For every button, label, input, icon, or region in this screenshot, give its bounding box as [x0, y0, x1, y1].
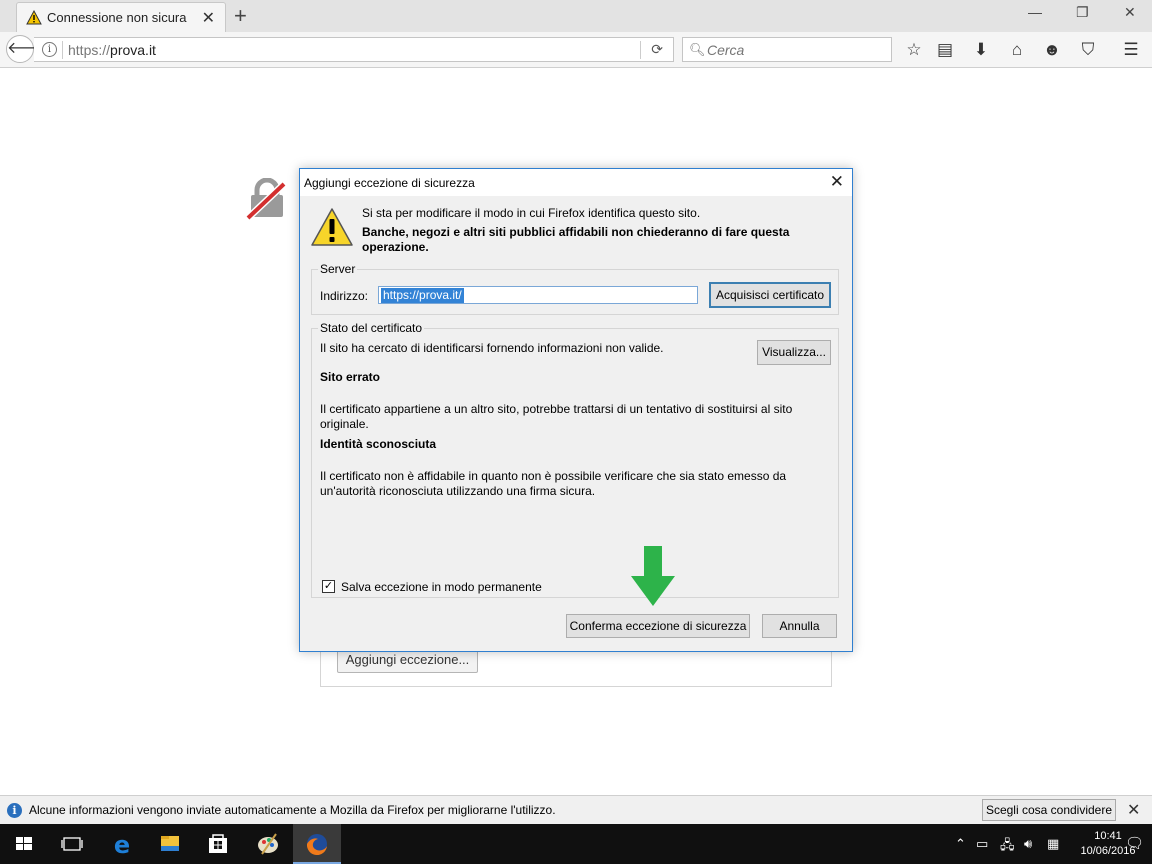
- windows-taskbar: e ⌃ ▭ 🖧 🔊︎ ▦ 10:41 10/06/2016 🗨︎: [0, 824, 1152, 864]
- warning-icon: [26, 9, 42, 28]
- confirm-exception-button[interactable]: Conferma eccezione di sicurezza: [566, 614, 750, 638]
- server-group-label: Server: [318, 262, 358, 276]
- notification-text: Alcune informazioni vengono inviate auto…: [29, 803, 556, 817]
- volume-icon[interactable]: 🔊︎: [1024, 836, 1032, 852]
- windows-logo-icon: [16, 837, 32, 850]
- dialog-warning-message: Banche, negozi e altri siti pubblici aff…: [362, 225, 790, 254]
- notification-bar: i Alcune informazioni vengono inviate au…: [0, 795, 1152, 824]
- task-view-button[interactable]: [48, 824, 96, 864]
- dialog-close-icon[interactable]: ✕: [830, 172, 844, 192]
- pocket-icon[interactable]: ⛉: [1077, 40, 1099, 60]
- server-group: Server Indirizzo: https://prova.it/ Acqu…: [311, 262, 839, 315]
- tray-overflow-chevron-icon[interactable]: ⌃: [955, 836, 966, 852]
- unknown-identity-text: Il certificato non è affidabile in quant…: [320, 469, 787, 498]
- minimize-button[interactable]: —: [1028, 4, 1042, 20]
- hello-icon[interactable]: ☻: [1041, 40, 1063, 60]
- unknown-identity-title: Identità sconosciuta: [320, 437, 437, 451]
- network-icon[interactable]: 🖧: [1000, 836, 1015, 858]
- firefox-taskbar-button[interactable]: [293, 824, 341, 864]
- back-button[interactable]: 🡐: [6, 35, 50, 63]
- broken-lock-icon: [245, 177, 288, 223]
- search-bar[interactable]: 🔍︎: [682, 37, 892, 62]
- menu-hamburger-icon[interactable]: ☰: [1120, 40, 1142, 60]
- folder-icon: [161, 836, 179, 851]
- home-icon[interactable]: ⌂: [1006, 40, 1028, 60]
- url-separator-right: [640, 41, 641, 59]
- file-explorer-taskbar-button[interactable]: [146, 824, 194, 864]
- url-bar[interactable]: i https://prova.it ⟳: [34, 37, 674, 62]
- paint-taskbar-button[interactable]: [244, 824, 292, 864]
- store-taskbar-button[interactable]: [194, 824, 242, 864]
- firefox-icon: [306, 834, 327, 856]
- bookmark-star-icon[interactable]: ☆: [903, 40, 925, 60]
- start-button[interactable]: [0, 824, 48, 864]
- downloads-icon[interactable]: ⬇: [970, 40, 992, 60]
- wrong-site-text: Il certificato appartiene a un altro sit…: [320, 402, 793, 431]
- view-certificate-button[interactable]: Visualizza...: [757, 340, 831, 365]
- close-window-button[interactable]: ✕: [1124, 4, 1136, 21]
- power-battery-icon[interactable]: ▭: [976, 836, 988, 852]
- bookmarks-menu-icon[interactable]: ▤: [934, 40, 956, 60]
- reload-icon[interactable]: ⟳: [651, 41, 663, 58]
- notification-close-icon[interactable]: ✕: [1127, 800, 1140, 820]
- cert-intro-text: Il sito ha cercato di identificarsi forn…: [320, 341, 664, 355]
- search-icon: 🔍︎: [689, 42, 706, 57]
- permanent-exception-label[interactable]: Salva eccezione in modo permanente: [341, 580, 542, 594]
- url-separator: [62, 41, 63, 59]
- svg-text:e: e: [114, 831, 130, 859]
- dialog-message: Si sta per modificare il modo in cui Fir…: [362, 206, 701, 220]
- cancel-button[interactable]: Annulla: [762, 614, 837, 638]
- permanent-exception-checkbox[interactable]: ✓: [322, 580, 335, 593]
- tab-close-icon[interactable]: ✕: [202, 8, 215, 28]
- paint-palette-icon: [258, 833, 278, 855]
- action-center-icon[interactable]: 🗨︎: [1125, 834, 1144, 852]
- info-icon[interactable]: i: [42, 42, 57, 57]
- new-tab-button[interactable]: +: [234, 3, 247, 29]
- tab-title: Connessione non sicura: [47, 10, 187, 25]
- url-scheme: https://: [68, 42, 111, 58]
- edge-taskbar-button[interactable]: e: [98, 824, 146, 864]
- address-input[interactable]: https://prova.it/: [378, 286, 698, 304]
- task-view-icon: [61, 837, 83, 851]
- dialog-title: Aggiungi eccezione di sicurezza: [304, 176, 475, 190]
- wrong-site-title: Sito errato: [320, 370, 381, 384]
- green-down-arrow-icon: [631, 546, 675, 611]
- certificate-status-label: Stato del certificato: [318, 321, 425, 335]
- restore-button[interactable]: ❐: [1076, 4, 1089, 21]
- navigation-toolbar: 🡐 i https://prova.it ⟳ 🔍︎ ☆ ▤ ⬇ ⌂ ☻ ⛉ ☰: [0, 32, 1152, 68]
- tab-connessione-non-sicura[interactable]: Connessione non sicura ✕: [16, 2, 226, 32]
- edge-icon: e: [114, 831, 130, 859]
- url-host: prova.it: [110, 42, 156, 58]
- url-text[interactable]: https://prova.it: [68, 42, 156, 58]
- warning-triangle-icon: [310, 207, 354, 250]
- dialog-titlebar[interactable]: Aggiungi eccezione di sicurezza ✕: [300, 169, 852, 196]
- info-circle-icon: i: [7, 803, 22, 818]
- choose-what-to-share-button[interactable]: Scegli cosa condividere: [982, 799, 1116, 821]
- get-certificate-button[interactable]: Acquisisci certificato: [709, 282, 831, 308]
- add-security-exception-dialog: Aggiungi eccezione di sicurezza ✕ Si sta…: [299, 168, 853, 652]
- certificate-status-group: Stato del certificato Il sito ha cercato…: [311, 321, 839, 598]
- address-value: https://prova.it/: [381, 288, 464, 303]
- store-bag-icon: [209, 834, 227, 853]
- keyboard-language-icon[interactable]: ▦: [1047, 836, 1059, 852]
- address-label: Indirizzo:: [320, 289, 369, 303]
- search-input[interactable]: [707, 41, 887, 59]
- tab-bar: Connessione non sicura ✕ + — ❐ ✕: [0, 0, 1152, 32]
